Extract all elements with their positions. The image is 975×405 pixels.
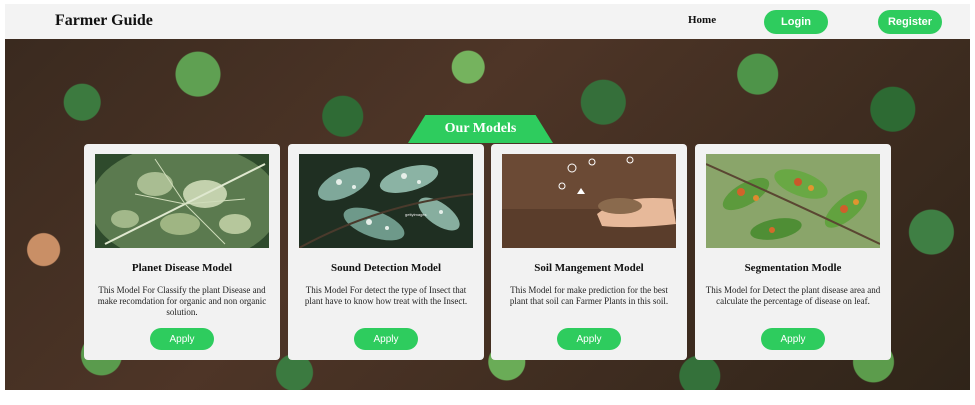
model-card-segmentation: Segmentation Modle This Model for Detect… (695, 144, 891, 360)
nav-home-link[interactable]: Home (688, 14, 716, 26)
login-button[interactable]: Login (764, 10, 828, 34)
section-title: Our Models (444, 121, 517, 136)
soil-hand-image (502, 154, 676, 248)
apply-button-segmentation[interactable]: Apply (761, 328, 825, 350)
card-title: Segmentation Modle (744, 262, 842, 274)
navbar: Farmer Guide Home Login Register (5, 4, 970, 39)
brand-logo[interactable]: Farmer Guide (55, 12, 153, 30)
segmentation-leaves-image (706, 154, 880, 248)
card-title: Planet Disease Model (131, 262, 233, 274)
register-button[interactable]: Register (878, 10, 942, 34)
card-description: This Model For Classify the plant Diseas… (97, 285, 267, 317)
section-tab: Our Models (408, 115, 553, 143)
card-title: Sound Detection Model (331, 262, 441, 274)
apply-button-sound-detection[interactable]: Apply (354, 328, 418, 350)
model-card-sound-detection: gettyimages Sound Detection Model This M… (288, 144, 484, 360)
card-title: Soil Mangement Model (534, 262, 644, 274)
apply-button-soil-management[interactable]: Apply (557, 328, 621, 350)
model-card-plant-disease: Planet Disease Model This Model For Clas… (84, 144, 280, 360)
insect-leaves-image: gettyimages (299, 154, 473, 248)
apply-button-plant-disease[interactable]: Apply (150, 328, 214, 350)
model-card-soil-management: Soil Mangement Model This Model for make… (491, 144, 687, 360)
card-description: This Model for make prediction for the b… (509, 285, 669, 306)
plant-disease-leaf-image (95, 154, 269, 248)
card-description: This Model for Detect the plant disease … (705, 285, 881, 306)
gettyimages-watermark: gettyimages (405, 212, 427, 217)
card-description: This Model For detect the type of Insect… (304, 285, 468, 306)
